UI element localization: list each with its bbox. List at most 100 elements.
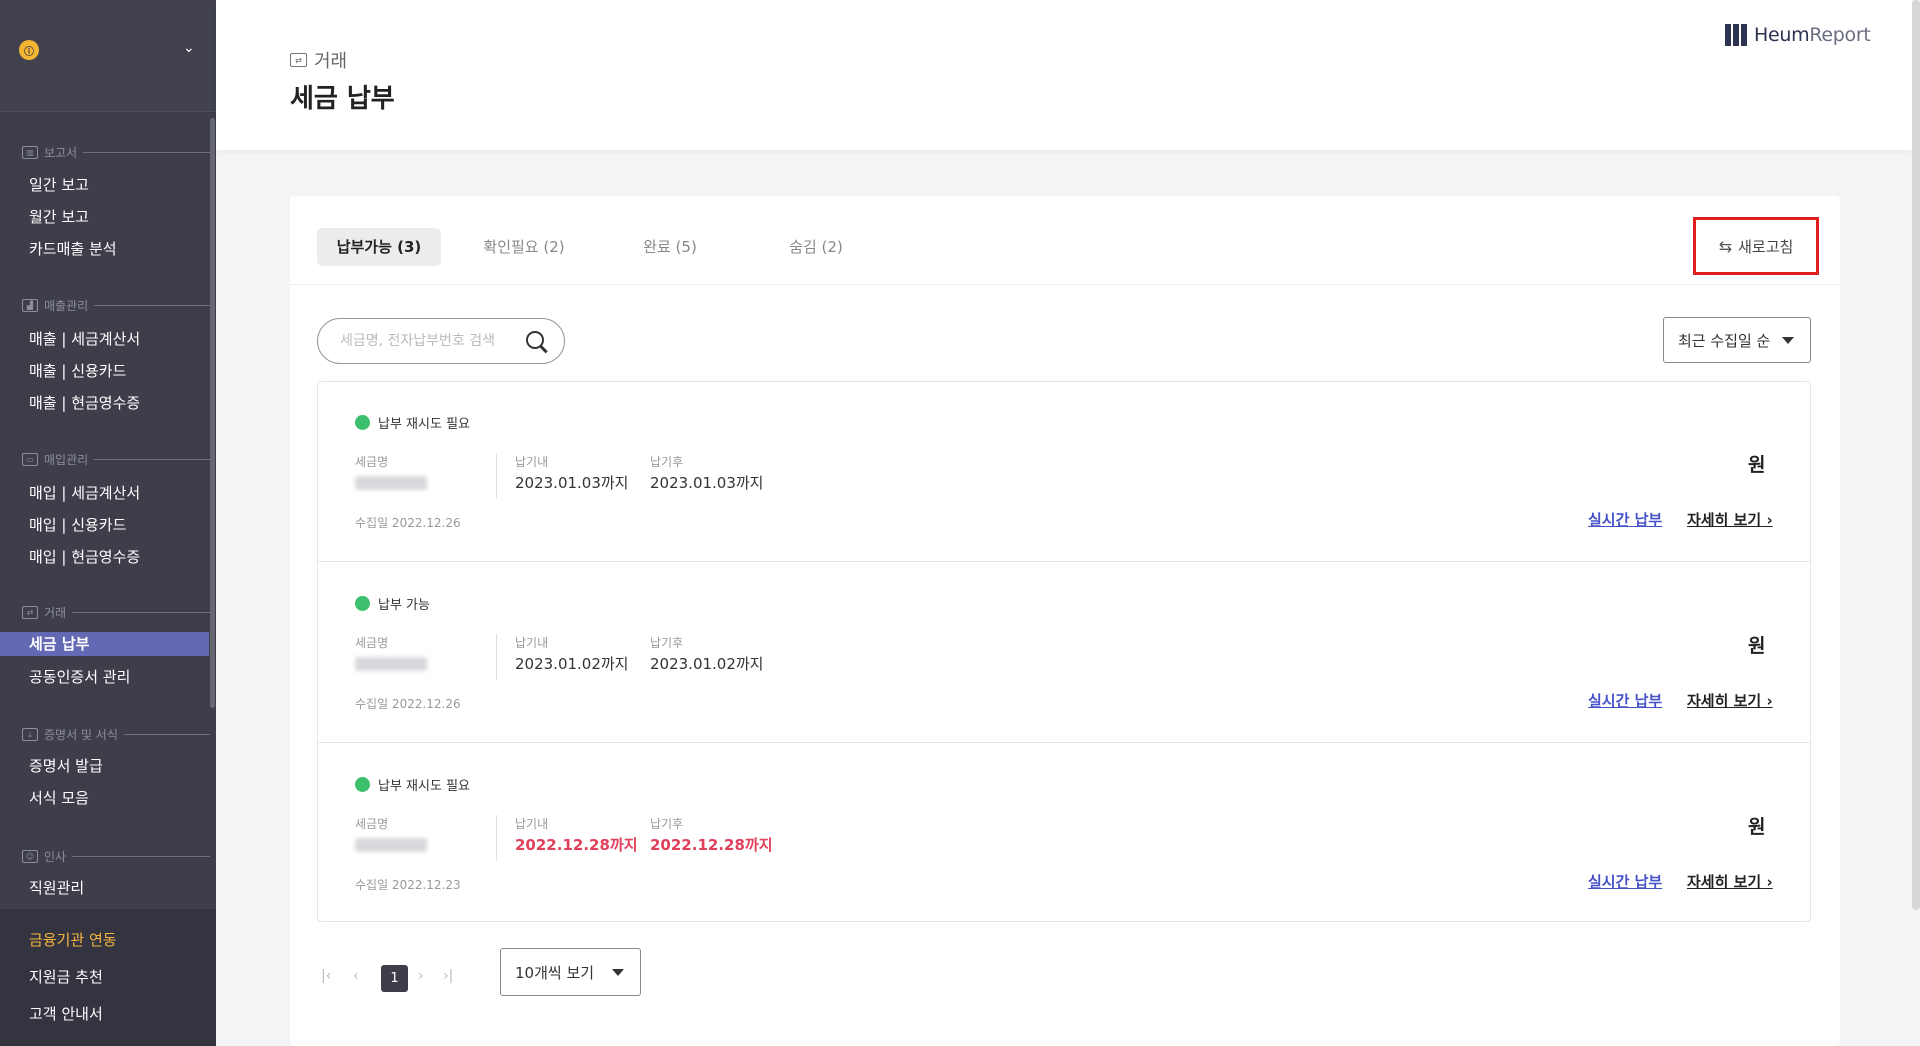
document-icon: ⤓ xyxy=(22,728,38,741)
sidebar-item-monthly-report[interactable]: 월간 보고 xyxy=(0,205,209,229)
due-within-value: 2023.01.03까지 xyxy=(515,474,629,492)
details-link[interactable]: 자세히 보기 › xyxy=(1687,871,1773,892)
tax-name-value-blurred xyxy=(355,838,427,852)
exchange-icon: ⇄ xyxy=(22,606,38,619)
prev-page-icon[interactable]: ‹ xyxy=(353,968,359,984)
tab-completed[interactable]: 완료 (5) xyxy=(608,228,732,266)
tab-needs-check[interactable]: 확인필요 (2) xyxy=(462,228,586,266)
page-scrollbar[interactable] xyxy=(1912,0,1920,910)
status-label: 납부 재시도 필요 xyxy=(378,779,470,794)
sidebar-item-daily-report[interactable]: 일간 보고 xyxy=(0,173,209,197)
tax-name-value-blurred xyxy=(355,657,427,671)
breadcrumb-label: 거래 xyxy=(314,51,348,72)
due-after-value: 2023.01.03까지 xyxy=(650,474,764,492)
first-page-icon[interactable]: |‹ xyxy=(321,968,331,984)
sidebar-item-certificate-management[interactable]: 공동인증서 관리 xyxy=(0,665,209,689)
refresh-label: 새로고침 xyxy=(1738,237,1794,256)
grant-recommend-button[interactable]: 지원금 추천 xyxy=(29,967,103,987)
pay-now-link[interactable]: 실시간 납부 xyxy=(1588,690,1662,711)
status-dot-icon xyxy=(355,596,370,611)
section-title: 매입관리 xyxy=(44,453,89,467)
sidebar-item-purchase-credit-card[interactable]: 매입 | 신용카드 xyxy=(0,513,209,537)
report-icon: ▥ xyxy=(22,146,38,159)
due-after-label: 납기후 xyxy=(650,455,684,469)
caret-down-icon xyxy=(612,969,624,976)
sales-chart-icon: ▟ xyxy=(22,299,38,312)
tax-name-label: 세금명 xyxy=(355,636,389,650)
company-selector[interactable]: ⓘ ⌄ xyxy=(0,0,216,112)
sidebar-item-forms[interactable]: 서식 모음 xyxy=(0,786,209,810)
sidebar-item-sales-cash-receipt[interactable]: 매출 | 현금영수증 xyxy=(0,391,209,415)
section-documents: ⤓ 증명서 및 서식 xyxy=(22,726,210,743)
status-badge: 납부 가능 xyxy=(355,594,430,613)
customer-guide-button[interactable]: 고객 안내서 xyxy=(29,1004,103,1024)
sidebar-item-certificate-issue[interactable]: 증명서 발급 xyxy=(0,754,209,778)
sidebar-item-purchase-tax-invoice[interactable]: 매입 | 세금계산서 xyxy=(0,481,209,505)
section-title: 인사 xyxy=(44,850,67,864)
tab-payable[interactable]: 납부가능 (3) xyxy=(317,228,441,266)
search-input[interactable] xyxy=(340,333,515,349)
caret-down-icon xyxy=(1782,337,1794,344)
section-hr: ☺ 인사 xyxy=(22,848,210,865)
sidebar-scrollbar[interactable] xyxy=(210,118,215,708)
section-sales: ▟ 매출관리 xyxy=(22,297,210,314)
per-page-select[interactable]: 10개씩 보기 xyxy=(500,948,641,996)
collected-date: 수집일 2022.12.26 xyxy=(355,516,461,530)
section-title: 보고서 xyxy=(44,146,78,160)
section-title: 증명서 및 서식 xyxy=(44,728,118,742)
amount-value: 원 xyxy=(1748,635,1766,657)
status-dot-icon xyxy=(355,777,370,792)
section-transactions: ⇄ 거래 xyxy=(22,604,210,621)
pay-now-link[interactable]: 실시간 납부 xyxy=(1588,871,1662,892)
tax-name-label: 세금명 xyxy=(355,817,389,831)
tab-hidden[interactable]: 숨김 (2) xyxy=(754,228,878,266)
page-number-current[interactable]: 1 xyxy=(381,965,408,992)
sidebar-item-card-sales[interactable]: 카드매출 분석 xyxy=(0,237,209,261)
tax-row: 납부 가능 세금명 납기내 2023.01.02까지 납기후 2023.01.0… xyxy=(318,563,1810,743)
next-page-icon[interactable]: › xyxy=(418,968,424,984)
brand-mark-icon xyxy=(1725,24,1747,46)
tax-row: 납부 재시도 필요 세금명 납기내 2022.12.28까지 납기후 2022.… xyxy=(318,744,1810,924)
chevron-right-icon: › xyxy=(1761,511,1773,529)
brand-name-light: Report xyxy=(1809,24,1871,46)
sidebar-item-purchase-cash-receipt[interactable]: 매입 | 현금영수증 xyxy=(0,545,209,569)
status-dot-icon xyxy=(355,415,370,430)
tax-row: 납부 재시도 필요 세금명 납기내 2023.01.03까지 납기후 2023.… xyxy=(318,382,1810,562)
refresh-icon: ⇆ xyxy=(1718,236,1733,256)
tax-list: 납부 재시도 필요 세금명 납기내 2023.01.03까지 납기후 2023.… xyxy=(317,381,1811,922)
refresh-button[interactable]: ⇆ 새로고침 xyxy=(1693,217,1819,275)
due-after-value: 2022.12.28까지 xyxy=(650,836,773,854)
tax-payment-card: 납부가능 (3) 확인필요 (2) 완료 (5) 숨김 (2) ⇆ 새로고침 최… xyxy=(290,196,1840,1046)
brand-name-bold: Heum xyxy=(1754,24,1810,46)
details-label: 자세히 보기 xyxy=(1687,692,1762,710)
sort-selected: 최근 수집일 순 xyxy=(1678,331,1771,350)
chevron-right-icon: › xyxy=(1761,873,1773,891)
sidebar: ⓘ ⌄ ▥ 보고서 일간 보고 월간 보고 카드매출 분석 ▟ 매출관리 매출 | … xyxy=(0,0,216,1046)
pay-now-link[interactable]: 실시간 납부 xyxy=(1588,509,1662,530)
per-page-selected: 10개씩 보기 xyxy=(515,963,595,982)
due-within-label: 납기내 xyxy=(515,455,549,469)
collected-date: 수집일 2022.12.23 xyxy=(355,878,461,892)
page-title: 세금 납부 xyxy=(290,84,395,114)
chevron-right-icon: › xyxy=(1761,692,1773,710)
status-label: 납부 재시도 필요 xyxy=(378,417,470,432)
last-page-icon[interactable]: ›| xyxy=(443,968,453,984)
sidebar-item-tax-payment[interactable]: 세금 납부 xyxy=(0,632,209,656)
section-purchase: ▭ 매입관리 xyxy=(22,451,210,468)
sort-select[interactable]: 최근 수집일 순 xyxy=(1663,317,1811,363)
details-link[interactable]: 자세히 보기 › xyxy=(1687,690,1773,711)
sidebar-item-sales-tax-invoice[interactable]: 매출 | 세금계산서 xyxy=(0,327,209,351)
sidebar-item-sales-credit-card[interactable]: 매출 | 신용카드 xyxy=(0,359,209,383)
details-label: 자세히 보기 xyxy=(1687,511,1762,529)
due-after-value: 2023.01.02까지 xyxy=(650,655,764,673)
details-label: 자세히 보기 xyxy=(1687,873,1762,891)
finance-link-button[interactable]: 금융기관 연동 xyxy=(29,930,117,950)
details-link[interactable]: 자세히 보기 › xyxy=(1687,509,1773,530)
page-header: ⇄ 거래 세금 납부 HeumReport xyxy=(216,0,1912,150)
due-within-value: 2022.12.28까지 xyxy=(515,836,638,854)
search-icon[interactable] xyxy=(526,331,544,349)
person-icon: ☺ xyxy=(22,850,38,863)
sidebar-item-employees[interactable]: 직원관리 xyxy=(0,876,209,900)
chevron-down-icon[interactable]: ⌄ xyxy=(183,41,195,55)
amount-value: 원 xyxy=(1748,454,1766,476)
